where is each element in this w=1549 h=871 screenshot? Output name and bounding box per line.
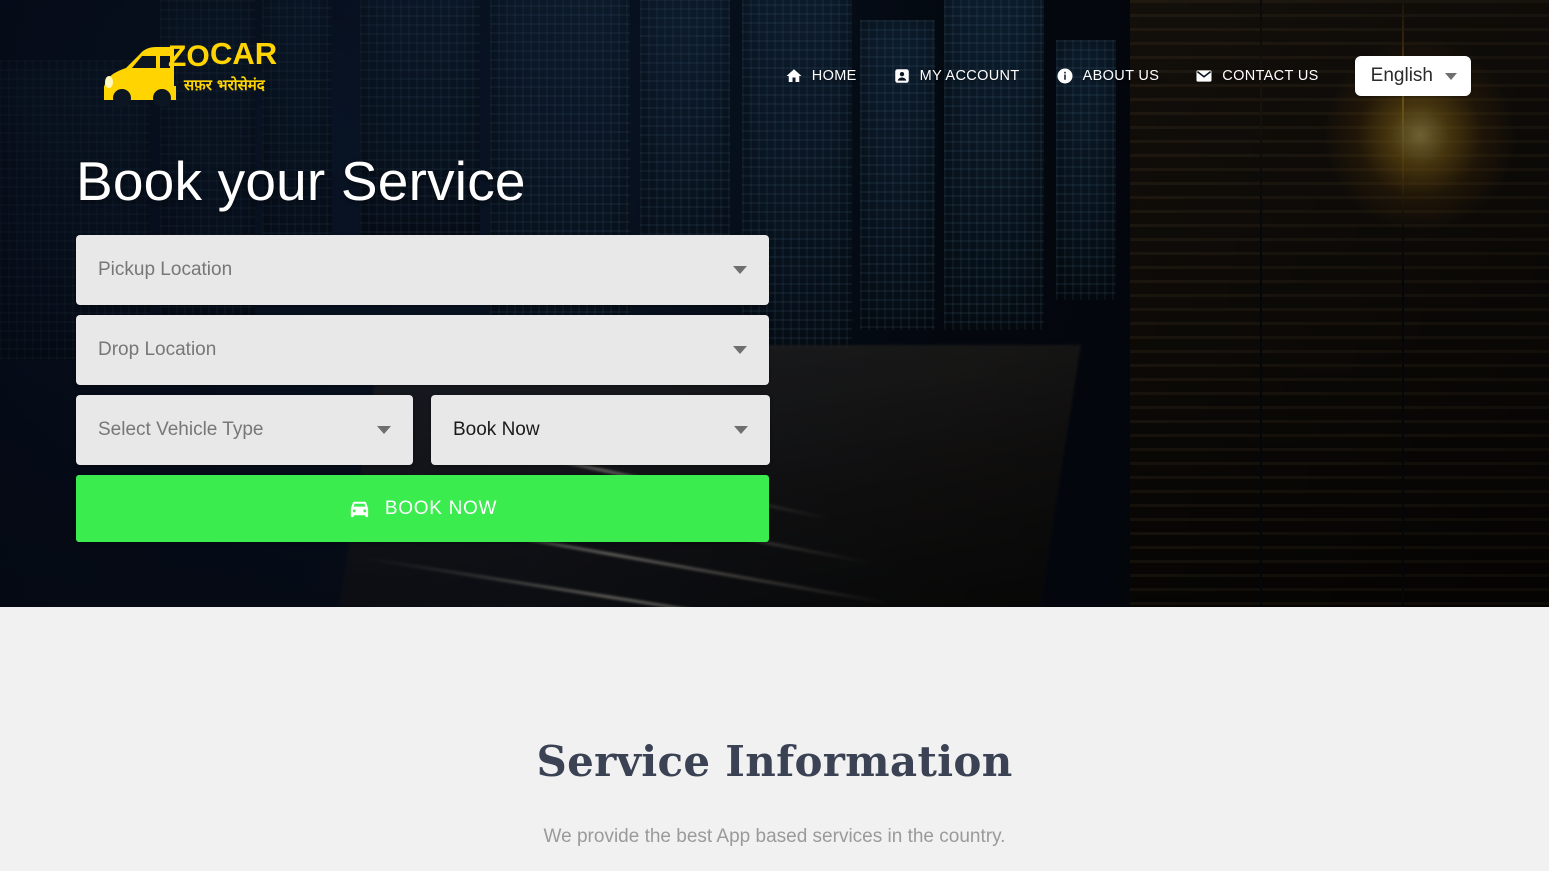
chevron-down-icon [733,346,747,355]
language-selector[interactable]: English [1354,56,1471,96]
chevron-down-icon [1445,72,1457,80]
nav-item-my-account[interactable]: MY ACCOUNT [875,67,1038,85]
booking-form: Book your Service Pickup Location Drop L… [76,150,776,543]
vehicle-type-select[interactable]: Select Vehicle Type [76,395,413,466]
account-icon [893,67,911,85]
car-icon [104,47,174,90]
svg-text:CAR: CAR [210,36,277,71]
page-title: Book your Service [76,150,526,212]
nav-item-contact-us[interactable]: CONTACT US [1177,67,1336,85]
drop-location-value: Drop Location [98,339,217,361]
chevron-down-icon [734,426,748,435]
book-now-button[interactable]: BOOK NOW [76,475,769,543]
nav-label-contact-us: CONTACT US [1222,68,1319,84]
nav-item-home[interactable]: HOME [767,67,875,85]
svg-text:ZO: ZO [168,40,210,73]
booking-mode-value: Book Now [453,419,540,441]
nav-label-home: HOME [811,68,857,84]
brand-logo[interactable]: ZO CAR सफ़र भरोसेमंद [96,28,288,118]
booking-mode-select[interactable]: Book Now [431,395,770,466]
pickup-location-select[interactable]: Pickup Location [76,235,769,306]
home-icon [785,67,803,85]
drop-location-select[interactable]: Drop Location [76,315,769,386]
vehicle-type-value: Select Vehicle Type [98,419,264,441]
nav-label-about-us: ABOUT US [1082,68,1160,84]
nav-item-about-us[interactable]: ABOUT US [1038,67,1178,85]
hero-section: ZO CAR सफ़र भरोसेमंद HOME MY ACCOUNT ABO… [0,0,1549,607]
language-label: English [1370,65,1433,86]
main-navigation: HOME MY ACCOUNT ABOUT US CONTACT US Engl… [767,56,1471,96]
chevron-down-icon [733,266,747,275]
site-header: ZO CAR सफ़र भरोसेमंद HOME MY ACCOUNT ABO… [0,0,1549,150]
book-now-label: BOOK NOW [384,497,498,519]
chevron-down-icon [377,426,391,435]
info-icon [1056,67,1074,85]
pickup-location-value: Pickup Location [98,259,233,281]
mail-icon [1195,67,1213,85]
service-information-section: Service Information We provide the best … [0,607,1549,871]
nav-label-my-account: MY ACCOUNT [919,68,1020,84]
section-title: Service Information [536,737,1013,786]
car-icon [348,497,371,520]
section-subtitle: We provide the best App based services i… [543,826,1006,847]
form-row: Select Vehicle Type Book Now [76,395,776,466]
svg-text:सफ़र भरोसेमंद: सफ़र भरोसेमंद [183,76,266,94]
